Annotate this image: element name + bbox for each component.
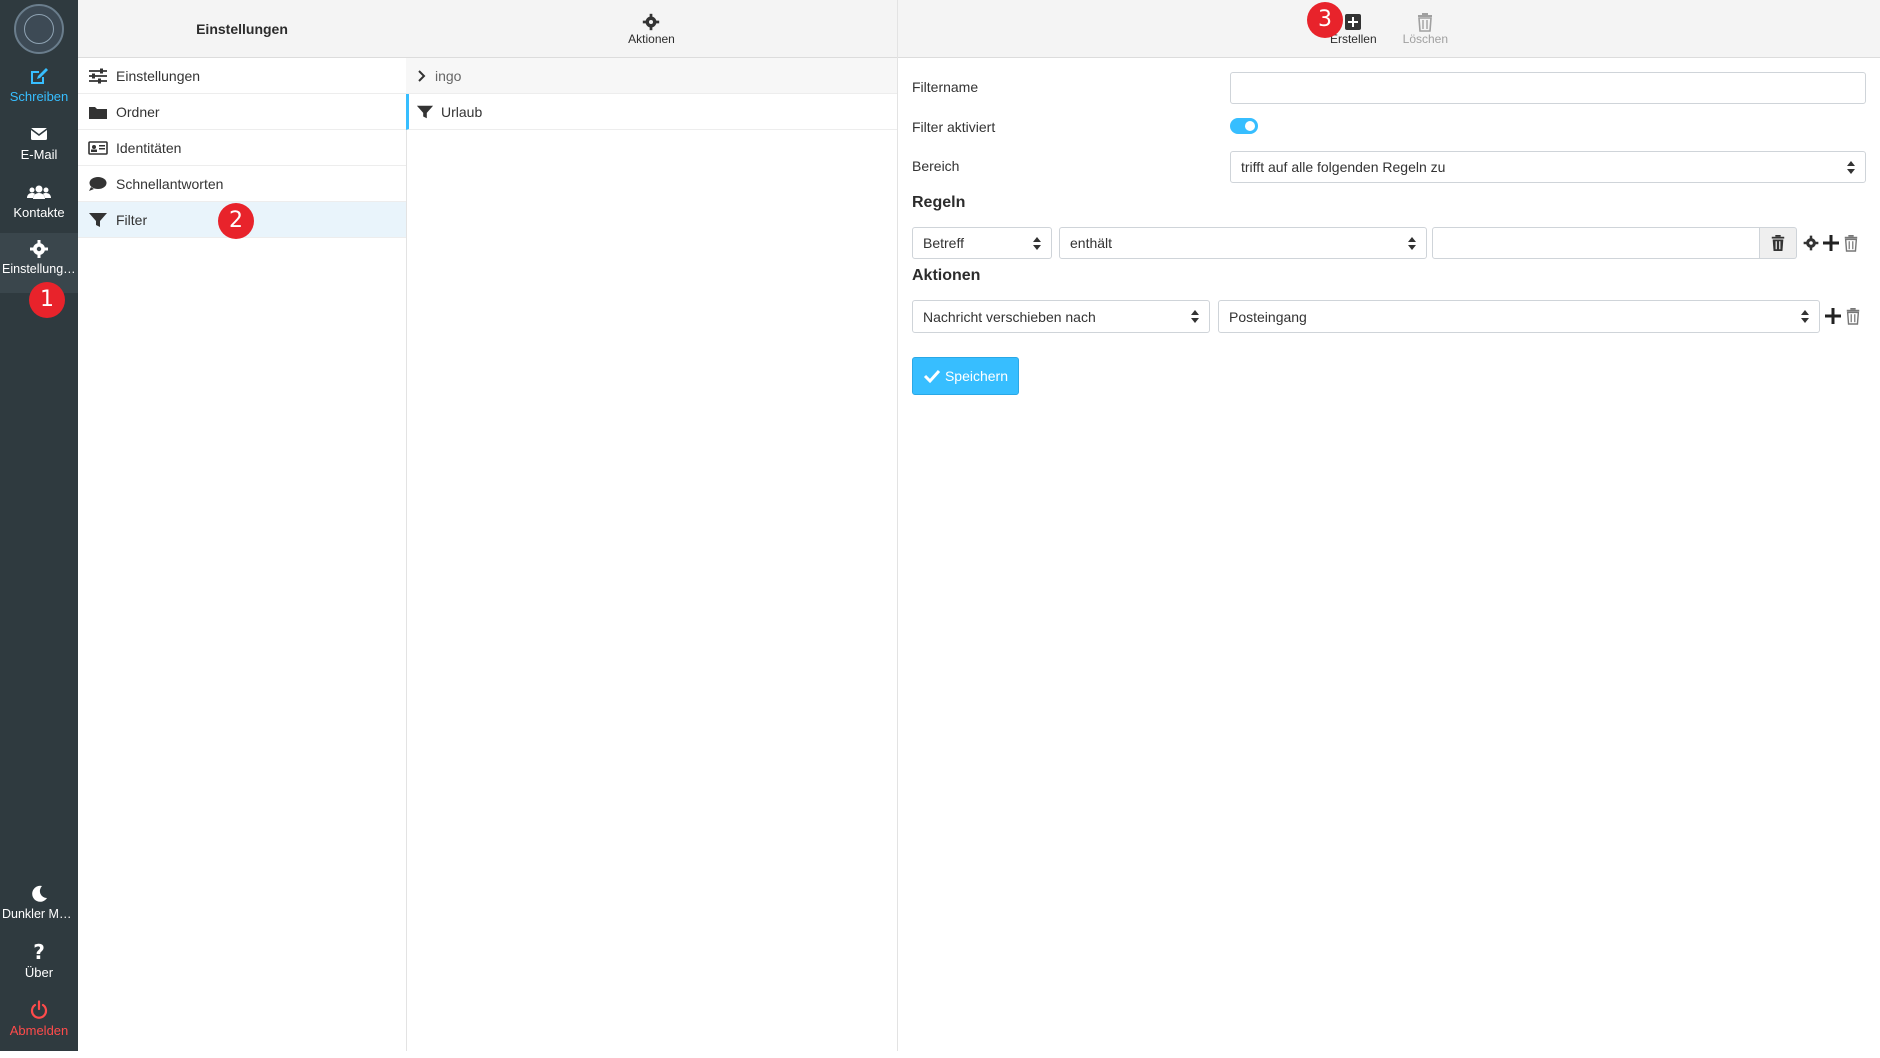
trash-icon <box>1844 235 1858 252</box>
svg-text:?: ? <box>33 942 45 962</box>
nav-email[interactable]: E-Mail <box>0 124 78 182</box>
filtername-input[interactable] <box>1230 72 1866 104</box>
moon-icon <box>32 885 47 902</box>
delete-label: Löschen <box>1402 31 1449 46</box>
save-button[interactable]: Speichern <box>912 357 1019 395</box>
actions-button[interactable]: Aktionen <box>622 12 681 46</box>
filter-icon <box>416 105 434 118</box>
save-label: Speichern <box>944 368 1009 384</box>
action-target-value: Posteingang <box>1229 308 1307 325</box>
step-marker-1: 1 <box>29 282 65 318</box>
remove-rule-button[interactable] <box>1842 234 1860 252</box>
plus-square-icon <box>1345 13 1362 30</box>
settings-item-label: Schnellantworten <box>116 175 224 192</box>
users-icon <box>27 185 51 199</box>
gear-icon <box>1803 235 1819 251</box>
filter-editor: Erstellen Löschen Filtername Filter akti… <box>898 0 1880 1051</box>
nav-about[interactable]: ? Über <box>0 942 78 1000</box>
settings-item-label: Filter <box>116 211 148 228</box>
filter-item-urlaub[interactable]: Urlaub <box>406 94 897 130</box>
settings-item-label: Einstellungen <box>116 67 201 84</box>
nav-contacts-label: Kontakte <box>13 205 65 220</box>
settings-item-responses[interactable]: Schnellantworten <box>78 166 406 202</box>
settings-item-label: Ordner <box>116 103 160 120</box>
settings-item-preferences[interactable]: Einstellungen <box>78 58 406 94</box>
nav-settings-label: Einstellungen <box>2 262 78 276</box>
rule-value-clear-button[interactable] <box>1760 227 1797 259</box>
actions-label: Aktionen <box>628 31 675 46</box>
rule-operator-select[interactable]: enthält <box>1059 227 1427 259</box>
settings-item-identities[interactable]: Identitäten <box>78 130 406 166</box>
filter-icon <box>89 212 107 227</box>
action-target-select[interactable]: Posteingang <box>1218 300 1820 333</box>
nav-compose-label: Schreiben <box>9 89 69 104</box>
nav-compose[interactable]: Schreiben <box>0 66 78 124</box>
settings-item-folders[interactable]: Ordner <box>78 94 406 130</box>
gear-icon <box>643 13 660 30</box>
nav-contacts[interactable]: Kontakte <box>0 182 78 240</box>
scope-label: Bereich <box>912 158 960 174</box>
nav-dark-mode[interactable]: Dunkler Mo... <box>0 884 78 942</box>
compose-icon <box>31 68 48 84</box>
step-marker-2: 2 <box>218 203 254 239</box>
chevron-right-icon <box>418 69 426 82</box>
rule-value-input[interactable] <box>1432 227 1760 259</box>
scope-value: trifft auf alle folgenden Regeln zu <box>1241 159 1446 175</box>
filter-list-toolbar: Aktionen <box>406 0 897 58</box>
rule-operator-value: enthält <box>1070 235 1113 251</box>
rule-field-value: Betreff <box>923 235 964 251</box>
app-nav: Schreiben E-Mail Kontakte Einstellungen … <box>0 0 78 1051</box>
action-type-value: Nachricht verschieben nach <box>923 308 1096 325</box>
nav-email-label: E-Mail <box>20 147 58 162</box>
filtername-label: Filtername <box>912 79 979 95</box>
envelope-icon <box>30 128 48 140</box>
trash-icon <box>1418 12 1433 32</box>
folder-icon <box>89 106 107 119</box>
gear-icon <box>30 240 48 258</box>
nav-dark-mode-label: Dunkler Mo... <box>2 907 77 921</box>
rule-options-button[interactable] <box>1802 234 1820 252</box>
trash-icon <box>1846 308 1860 325</box>
filter-set-ingo[interactable]: ingo <box>406 58 897 94</box>
rules-title: Regeln <box>912 194 966 211</box>
nav-logout-label: Abmelden <box>9 1023 69 1038</box>
nav-logout[interactable]: Abmelden <box>0 1000 78 1058</box>
filter-list-panel: Aktionen ingo Urlaub <box>406 0 898 1051</box>
trash-icon <box>1771 235 1785 251</box>
sliders-icon <box>89 68 107 83</box>
settings-item-label: Identitäten <box>116 139 182 156</box>
filter-active-label: Filter aktiviert <box>912 119 996 135</box>
settings-header: Einstellungen <box>78 0 406 58</box>
editor-toolbar: Erstellen Löschen <box>898 0 1880 58</box>
settings-title: Einstellungen <box>196 20 288 37</box>
plus-icon <box>1823 235 1839 251</box>
speech-bubble-icon <box>89 176 107 191</box>
nav-about-label: Über <box>24 965 54 980</box>
add-action-button[interactable] <box>1824 307 1842 325</box>
step-marker-3: 3 <box>1307 2 1343 38</box>
action-type-select[interactable]: Nachricht verschieben nach <box>912 300 1210 333</box>
power-icon <box>30 1000 48 1019</box>
logo <box>14 4 64 54</box>
filter-item-label: Urlaub <box>441 103 483 120</box>
filter-set-label: ingo <box>435 67 462 84</box>
add-rule-button[interactable] <box>1822 234 1840 252</box>
scope-select[interactable]: trifft auf alle folgenden Regeln zu <box>1230 151 1866 183</box>
plus-icon <box>1825 308 1841 324</box>
actions-title: Aktionen <box>912 267 981 284</box>
remove-action-button[interactable] <box>1844 307 1862 325</box>
checkmark-icon <box>923 369 941 384</box>
settings-panel: Einstellungen Einstellungen Ordner Ident… <box>78 0 407 1051</box>
question-icon: ? <box>33 942 45 962</box>
filter-active-toggle[interactable] <box>1230 118 1258 134</box>
delete-button[interactable]: Löschen <box>1397 12 1454 46</box>
id-card-icon <box>88 140 108 155</box>
rule-field-select[interactable]: Betreff <box>912 227 1052 259</box>
create-label: Erstellen <box>1329 31 1377 46</box>
